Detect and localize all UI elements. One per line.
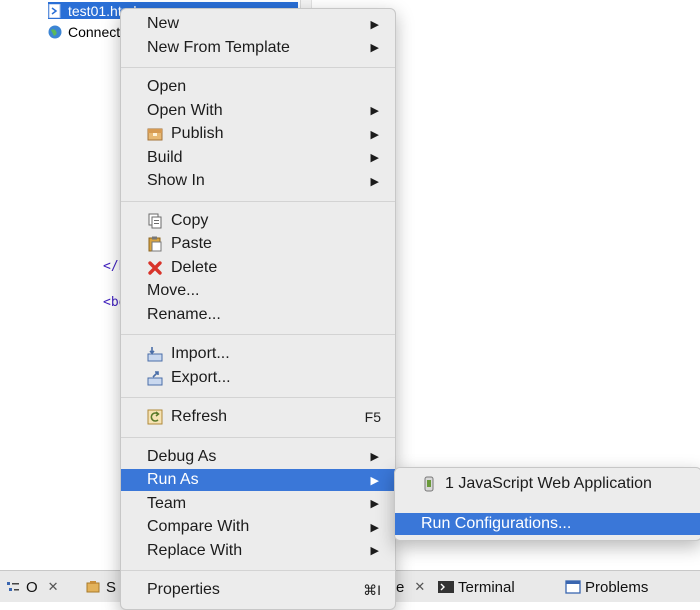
menu-item-label: New [147,15,180,32]
menu-item-label: Debug As [147,447,217,465]
submenu-arrow-icon: ▶ [370,175,379,188]
menu-separator [121,397,395,398]
html-file-icon [48,3,62,18]
problems-icon [565,580,581,594]
tab-label: O [26,578,38,596]
tab-problems[interactable]: Problems [565,578,648,596]
menu-item-new[interactable]: New ▶ [121,13,395,35]
menu-item-label: Publish [171,125,224,142]
menu-item-label: Team [147,494,187,512]
menu-item-paste[interactable]: Paste [121,233,395,255]
tab-label: Terminal [458,578,515,596]
submenu-arrow-icon: ▶ [370,521,379,534]
menu-item-label: Properties [147,581,220,598]
import-icon [147,346,163,362]
menu-item-build[interactable]: Build ▶ [121,147,395,169]
delete-icon [147,260,163,276]
menu-item-delete[interactable]: Delete [121,257,395,279]
menu-separator [121,200,395,202]
tab-partial[interactable]: e ✕ [396,578,425,596]
outline-icon [6,580,20,594]
menu-item-label: Export... [171,368,231,386]
menu-item-label: Move... [147,282,200,299]
submenu-arrow-icon: ▶ [370,545,379,557]
menu-item-label: Delete [171,258,218,276]
submenu-item-run-configurations[interactable]: Run Configurations... [395,513,700,535]
menu-item-label: Open With [147,101,223,119]
menu-item-label: Copy [171,211,209,229]
menu-item-open-with[interactable]: Open With ▶ [121,100,395,122]
paste-icon [147,236,163,252]
menu-item-label: Compare With [147,518,250,535]
menu-separator [121,436,395,438]
copy-icon [147,213,163,229]
menu-item-label: New From Template [147,38,290,56]
close-icon[interactable]: ✕ [414,579,425,595]
menu-item-label: Run As [147,471,199,488]
menu-item-label: Build [147,148,183,166]
menu-item-compare-with[interactable]: Compare With ▶ [121,516,395,538]
menu-separator [121,334,395,335]
context-menu: New ▶ New From Template ▶ Open Open With ▶ Publ… [120,8,396,610]
tab-outline[interactable]: O ✕ [6,578,59,596]
submenu-arrow-icon: ▶ [370,128,379,141]
tab-label: S [106,578,117,596]
menu-item-label: Import... [171,345,230,362]
menu-shortcut: ⌘I [363,581,381,598]
menu-item-export[interactable]: Export... [121,367,395,389]
menu-separator [121,67,395,68]
menu-item-move[interactable]: Move... [121,280,395,302]
run-as-submenu: 1 JavaScript Web Application Run Configu… [394,467,700,541]
submenu-arrow-icon: ▶ [370,474,379,487]
tab-label: Problems [585,578,649,596]
menu-item-run-as[interactable]: Run As ▶ [121,469,395,491]
submenu-item-label: Run Configurations... [421,515,572,532]
menu-item-new-from-template[interactable]: New From Template ▶ [121,37,395,59]
js-app-icon [421,476,437,492]
menu-item-rename[interactable]: Rename... [121,304,395,326]
menu-item-replace-with[interactable]: Replace With ▶ [121,540,395,562]
menu-item-copy[interactable]: Copy [121,210,395,232]
menu-item-show-in[interactable]: Show In ▶ [121,170,395,192]
tab-label: e [396,578,405,596]
menu-item-label: Refresh [171,408,228,425]
submenu-arrow-icon: ▶ [370,18,379,31]
submenu-arrow-icon: ▶ [370,152,379,164]
submenu-arrow-icon: ▶ [370,105,379,117]
refresh-icon [147,409,163,425]
snippets-icon [86,580,100,594]
menu-item-properties[interactable]: Properties ⌘I [121,579,395,601]
submenu-item-javascript-web-app[interactable]: 1 JavaScript Web Application [395,473,700,495]
menu-item-label: Open [147,78,187,95]
menu-separator [121,570,395,571]
submenu-arrow-icon: ▶ [370,451,379,463]
menu-item-publish[interactable]: Publish ▶ [121,123,395,145]
tab-snippets[interactable]: S [86,578,116,596]
menu-item-label: Replace With [147,541,243,559]
menu-item-import[interactable]: Import... [121,343,395,365]
menu-item-open[interactable]: Open [121,76,395,98]
submenu-item-label: 1 JavaScript Web Application [445,475,652,492]
menu-item-label: Rename... [147,305,221,323]
terminal-icon [438,580,454,594]
menu-shortcut: F5 [364,409,381,425]
close-icon[interactable]: ✕ [48,579,59,595]
submenu-arrow-icon: ▶ [370,498,379,510]
menu-item-team[interactable]: Team ▶ [121,493,395,515]
menu-item-debug-as[interactable]: Debug As ▶ [121,446,395,468]
menu-item-label: Paste [171,235,212,252]
submenu-arrow-icon: ▶ [370,42,379,54]
tree-item-label: Connect [68,23,121,40]
menu-item-refresh[interactable]: Refresh F5 [121,406,395,428]
tab-terminal[interactable]: Terminal [438,578,515,596]
menu-item-label: Show In [147,172,205,189]
publish-icon [147,126,163,142]
globe-icon [48,25,62,39]
export-icon [147,370,163,386]
